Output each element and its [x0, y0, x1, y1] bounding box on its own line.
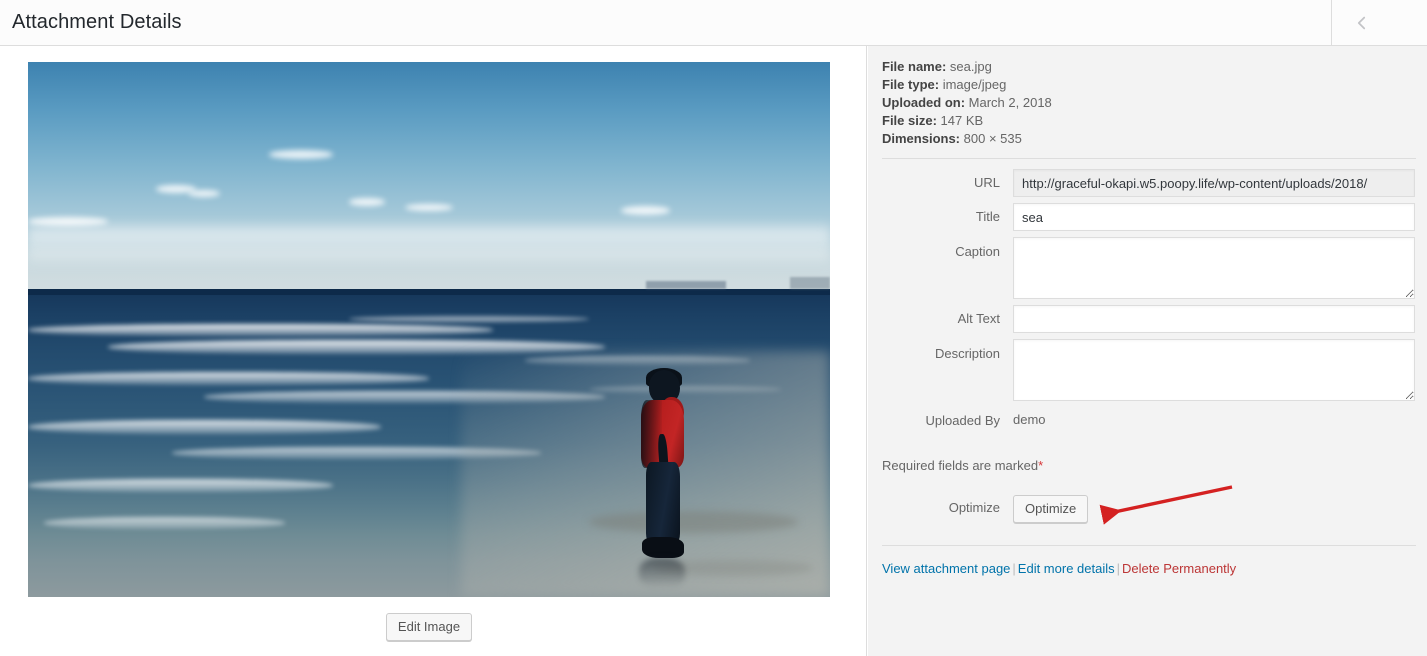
attachment-details-body: Edit Image File name: sea.jpg File type:… — [0, 46, 1427, 656]
optimize-label: Optimize — [948, 500, 1000, 515]
description-label: Description — [934, 346, 1000, 361]
caption-textarea[interactable] — [1013, 237, 1415, 299]
previous-attachment-button[interactable] — [1331, 0, 1391, 45]
attachment-actions: View attachment page | Edit more details | D… — [882, 546, 1416, 578]
meta-dimensions: Dimensions: 800 × 535 — [882, 130, 1416, 148]
meta-uploaded-on: Uploaded on: March 2, 2018 — [882, 94, 1416, 112]
meta-file-name: File name: sea.jpg — [882, 58, 1416, 76]
url-input[interactable] — [1013, 169, 1415, 197]
delete-permanently-link[interactable]: Delete Permanently — [1122, 561, 1236, 576]
meta-file-size-value: 147 KB — [940, 113, 984, 128]
description-textarea[interactable] — [1013, 339, 1415, 401]
page-title: Attachment Details — [12, 11, 182, 33]
chevron-left-icon — [1332, 14, 1391, 32]
meta-file-type: File type: image/jpeg — [882, 76, 1416, 94]
title-label: Title — [975, 209, 1000, 224]
meta-file-name-label: File name: — [882, 59, 947, 74]
optimize-button-wrap: Optimize — [1013, 495, 1089, 523]
meta-file-size-label: File size: — [882, 113, 937, 128]
attachment-sidebar: File name: sea.jpg File type: image/jpeg… — [868, 46, 1427, 656]
required-asterisk: * — [1038, 458, 1044, 473]
setting-description: Description — [882, 339, 1416, 401]
meta-uploaded-on-value: March 2, 2018 — [968, 95, 1052, 110]
meta-file-name-value: sea.jpg — [949, 59, 992, 74]
meta-file-type-label: File type: — [882, 77, 940, 92]
edit-more-details-link[interactable]: Edit more details — [1018, 561, 1115, 576]
attachment-media-view — [28, 62, 830, 597]
alt-text-label: Alt Text — [957, 311, 1000, 326]
setting-uploaded-by: Uploaded By demo — [882, 407, 1416, 435]
title-input[interactable] — [1013, 203, 1415, 231]
setting-alt-text: Alt Text — [882, 305, 1416, 333]
meta-dimensions-value: 800 × 535 — [963, 131, 1022, 146]
uploaded-by-label: Uploaded By — [925, 413, 1000, 428]
url-label: URL — [973, 175, 1000, 190]
attachment-details-header: Attachment Details — [0, 0, 1427, 46]
action-separator-2: | — [1116, 561, 1121, 576]
alt-text-input[interactable] — [1013, 305, 1415, 333]
caption-label: Caption — [955, 244, 1000, 259]
setting-title: Title — [882, 203, 1416, 231]
meta-file-type-value: image/jpeg — [942, 77, 1007, 92]
meta-file-size: File size: 147 KB — [882, 112, 1416, 130]
view-attachment-page-link[interactable]: View attachment page — [882, 561, 1010, 576]
action-separator-1: | — [1012, 561, 1016, 576]
meta-dimensions-label: Dimensions: — [882, 131, 961, 146]
setting-url: URL — [882, 169, 1416, 197]
setting-caption: Caption — [882, 237, 1416, 299]
attachment-details-section: File name: sea.jpg File type: image/jpeg… — [882, 58, 1416, 578]
edit-image-row: Edit Image — [28, 613, 830, 641]
required-fields-text: Required fields are marked — [882, 458, 1039, 473]
boy-silhouette — [625, 367, 697, 588]
optimize-button[interactable]: Optimize — [1013, 495, 1089, 523]
attachment-settings-form: URL Title Caption Alt Text Description — [882, 159, 1416, 525]
file-metadata: File name: sea.jpg File type: image/jpeg… — [882, 58, 1416, 158]
media-preview-panel: Edit Image — [0, 46, 867, 656]
uploaded-by-value: demo — [1013, 412, 1046, 427]
attachment-preview-image[interactable] — [28, 62, 830, 597]
meta-uploaded-on-label: Uploaded on: — [882, 95, 966, 110]
edit-image-button[interactable]: Edit Image — [385, 613, 473, 641]
sea-photograph — [28, 62, 830, 597]
required-fields-note: Required fields are marked* — [882, 441, 1416, 481]
setting-optimize: Optimize Optimize — [882, 495, 1416, 525]
